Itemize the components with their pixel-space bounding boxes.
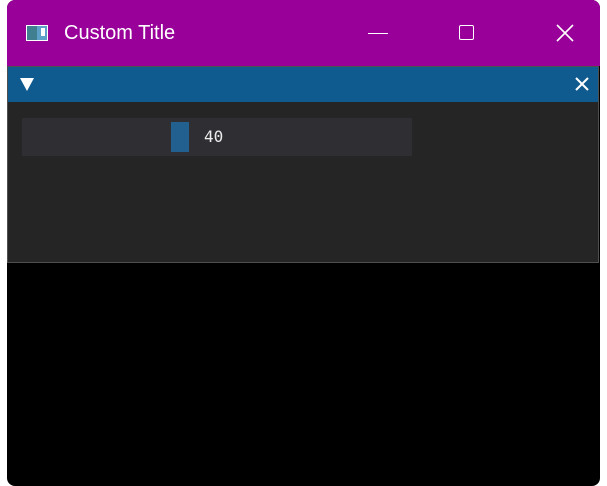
- app-window: Custom Title 40: [7, 0, 600, 486]
- close-icon[interactable]: [575, 77, 589, 91]
- slider-grab-handle[interactable]: [171, 122, 189, 152]
- slider-value: 40: [204, 127, 224, 146]
- window-title: Custom Title: [64, 22, 176, 44]
- minimize-button[interactable]: [348, 0, 408, 66]
- maximize-button[interactable]: [437, 0, 497, 66]
- close-icon: [556, 24, 574, 42]
- imgui-window-header[interactable]: [8, 67, 598, 102]
- imgui-window: 40: [7, 66, 599, 263]
- minimize-icon: [368, 33, 388, 34]
- app-icon-panel: [27, 26, 37, 40]
- close-button[interactable]: [535, 0, 595, 66]
- int-slider[interactable]: 40: [22, 118, 412, 156]
- app-icon-block: [41, 28, 45, 36]
- maximize-icon: [459, 25, 474, 40]
- collapse-arrow-icon[interactable]: [20, 78, 34, 91]
- title-bar[interactable]: Custom Title: [7, 0, 600, 66]
- app-window-icon: [26, 25, 48, 41]
